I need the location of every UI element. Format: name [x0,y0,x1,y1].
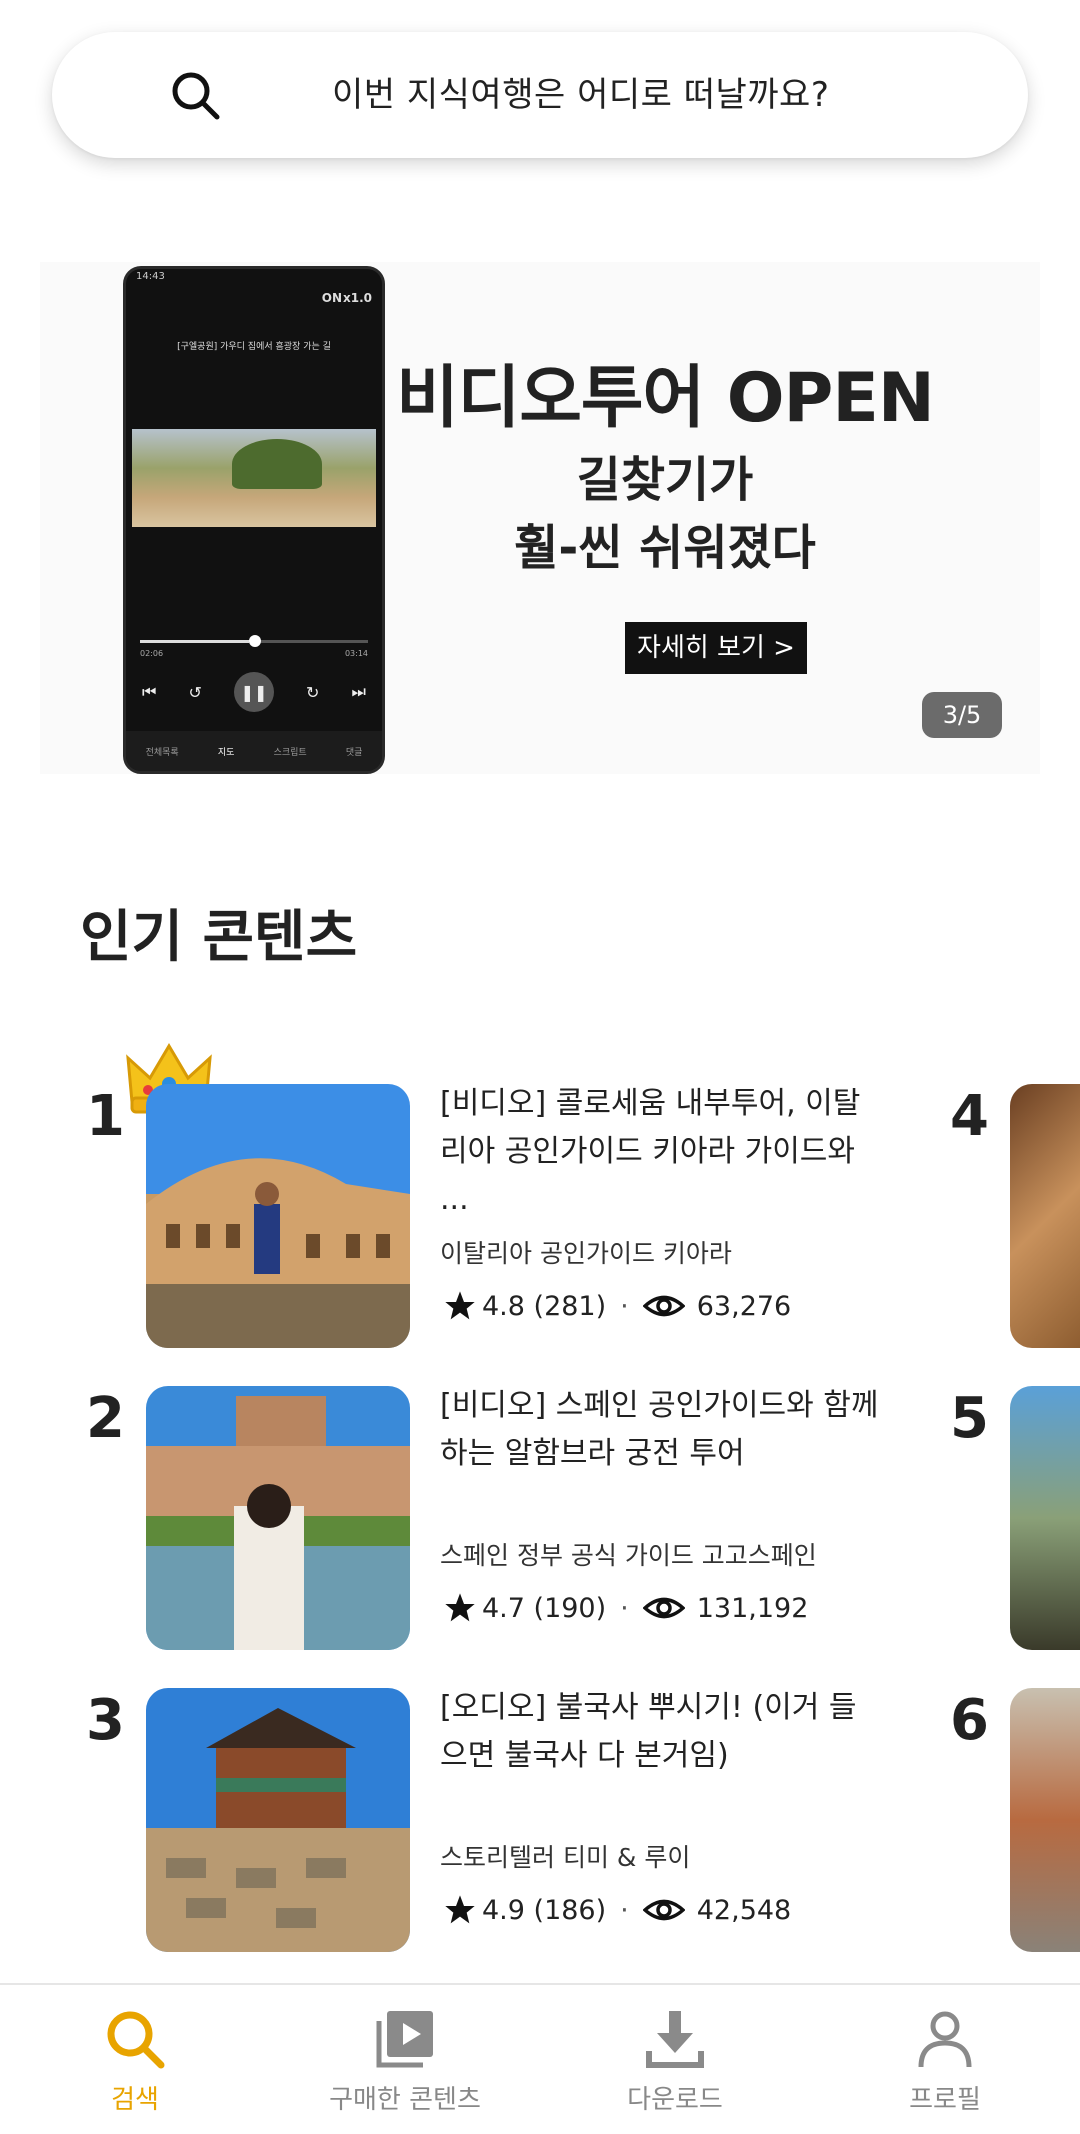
phone-tabs: 전체목록 지도 스크립트 댓글 [126,731,382,771]
phone-video-title: [구엘공원] 가우디 집에서 흠광장 가는 길 [177,342,331,352]
banner-subline-1: 길찾기가 [576,452,754,508]
review-count: (186) [533,1894,607,1926]
rank-number: 2 [86,1386,125,1451]
item-creator: 이탈리아 공인가이드 키아라 [440,1239,732,1268]
rank-number: 1 [86,1084,125,1149]
review-count: (190) [533,1592,607,1624]
person-icon [918,2011,972,2068]
list-item[interactable]: 2 [비디오] 스페인 공인가이드와 함께하는 알함브라 궁전 투어 스페인 정… [0,1386,1080,1650]
banner-subline-2: 훨-씬 쉬워졌다 [514,520,816,576]
nav-profile[interactable]: 프로필 [810,1985,1080,2134]
nav-search[interactable]: 검색 [0,1985,270,2134]
skip-back-icon: ⏮ [142,682,157,701]
nav-download[interactable]: 다운로드 [540,1985,810,2134]
phone-video-frame [132,429,376,527]
rewind-icon: ↺ [188,682,202,702]
view-count: 63,276 [696,1290,792,1322]
screen: 이번 지식여행은 어디로 떠날까요? 14:43 ON x1.0 [구엘공원] … [0,0,1080,2134]
thumbnail-partial[interactable] [1010,1084,1080,1348]
list-item[interactable]: 3 [오디오] 불국사 뿌시기! (이거 들으면 불국사 다 본거임) 스토리텔… [0,1688,1080,1952]
pause-icon: ❚❚ [233,672,274,712]
phone-tab: 지도 [217,747,235,758]
banner-headline: 비디오투어 OPEN [396,359,934,438]
bottom-nav: 검색 구매한 콘텐츠 다운로드 프로필 [0,1983,1080,2134]
search-icon [172,72,220,120]
forward-icon: ↻ [306,682,320,702]
star-icon [445,1895,475,1924]
thumbnail-alhambra[interactable] [146,1386,410,1650]
banner-detail-button[interactable]: 자세히 보기 > [625,622,807,674]
search-bar[interactable]: 이번 지식여행은 어디로 떠날까요? [52,32,1028,158]
list-item[interactable]: 1 [비디오] 콜로세움 내부투어, 이탈리아 공인가이드 키아라 가이드와 .… [0,1084,1080,1348]
section-title: 인기 콘텐츠 [80,905,358,970]
star-icon [445,1291,475,1320]
item-creator: 스토리텔러 티미 & 루이 [440,1843,691,1872]
item-stats: 4.8 (281) · 63,276 [444,1290,791,1322]
item-stats: 4.7 (190) · 131,192 [444,1592,808,1624]
phone-controls: ⏮ ↺ ❚❚ ↻ ⏭ [126,669,382,715]
rank-number: 4 [950,1084,989,1149]
item-title[interactable]: [오디오] 불국사 뿌시기! (이거 들으면 불국사 다 본거임) [440,1684,880,1780]
eye-icon [642,1295,685,1317]
item-title[interactable]: [비디오] 콜로세움 내부투어, 이탈리아 공인가이드 키아라 가이드와 ... [440,1080,880,1224]
search-placeholder[interactable]: 이번 지식여행은 어디로 떠날까요? [332,32,829,158]
promo-banner[interactable]: 14:43 ON x1.0 [구엘공원] 가우디 집에서 흠광장 가는 길 02… [40,262,1040,774]
nav-label: 프로필 [909,2085,981,2115]
phone-tab: 댓글 [345,747,363,758]
separator-dot: · [620,1894,629,1926]
skip-forward-icon: ⏭ [351,682,366,701]
phone-tab: 전체목록 [145,747,179,758]
item-title[interactable]: [비디오] 스페인 공인가이드와 함께하는 알함브라 궁전 투어 [440,1382,880,1478]
item-stats: 4.9 (186) · 42,548 [444,1894,791,1926]
phone-time-start: 02:06 [140,649,164,658]
separator-dot: · [620,1592,629,1624]
phone-speed-label: x1.0 [343,291,372,305]
download-icon [646,2011,704,2068]
review-count: (281) [533,1290,607,1322]
rating-value: 4.8 [482,1290,525,1322]
thumbnail-partial[interactable] [1010,1688,1080,1952]
eye-icon [642,1899,685,1921]
rating-value: 4.9 [482,1894,525,1926]
search-icon [107,2011,165,2069]
phone-tab: 스크립트 [273,747,307,758]
nav-label: 다운로드 [627,2085,723,2115]
rank-number: 3 [86,1688,125,1753]
phone-progress-track [140,635,368,647]
nav-label: 검색 [111,2085,159,2115]
play-library-icon [376,2011,433,2068]
rank-number: 6 [950,1688,989,1753]
phone-toggle-label: ON [321,291,342,305]
rating-value: 4.7 [482,1592,525,1624]
thumbnail-bulguksa[interactable] [146,1688,410,1952]
phone-status-time: 14:43 [136,271,165,282]
thumbnail-partial[interactable] [1010,1386,1080,1650]
phone-time-end: 03:14 [344,649,368,658]
star-icon [445,1593,475,1622]
separator-dot: · [620,1290,629,1322]
item-creator: 스페인 정부 공식 가이드 고고스페인 [440,1541,817,1570]
nav-label: 구매한 콘텐츠 [329,2085,481,2115]
rank-number: 5 [950,1386,989,1451]
thumbnail-colosseum[interactable] [146,1084,410,1348]
eye-icon [642,1597,685,1619]
view-count: 42,548 [696,1894,792,1926]
phone-mockup: 14:43 ON x1.0 [구엘공원] 가우디 집에서 흠광장 가는 길 02… [123,266,385,774]
banner-page-counter: 3/5 [922,692,1002,738]
view-count: 131,192 [696,1592,809,1624]
nav-purchased[interactable]: 구매한 콘텐츠 [270,1985,540,2134]
